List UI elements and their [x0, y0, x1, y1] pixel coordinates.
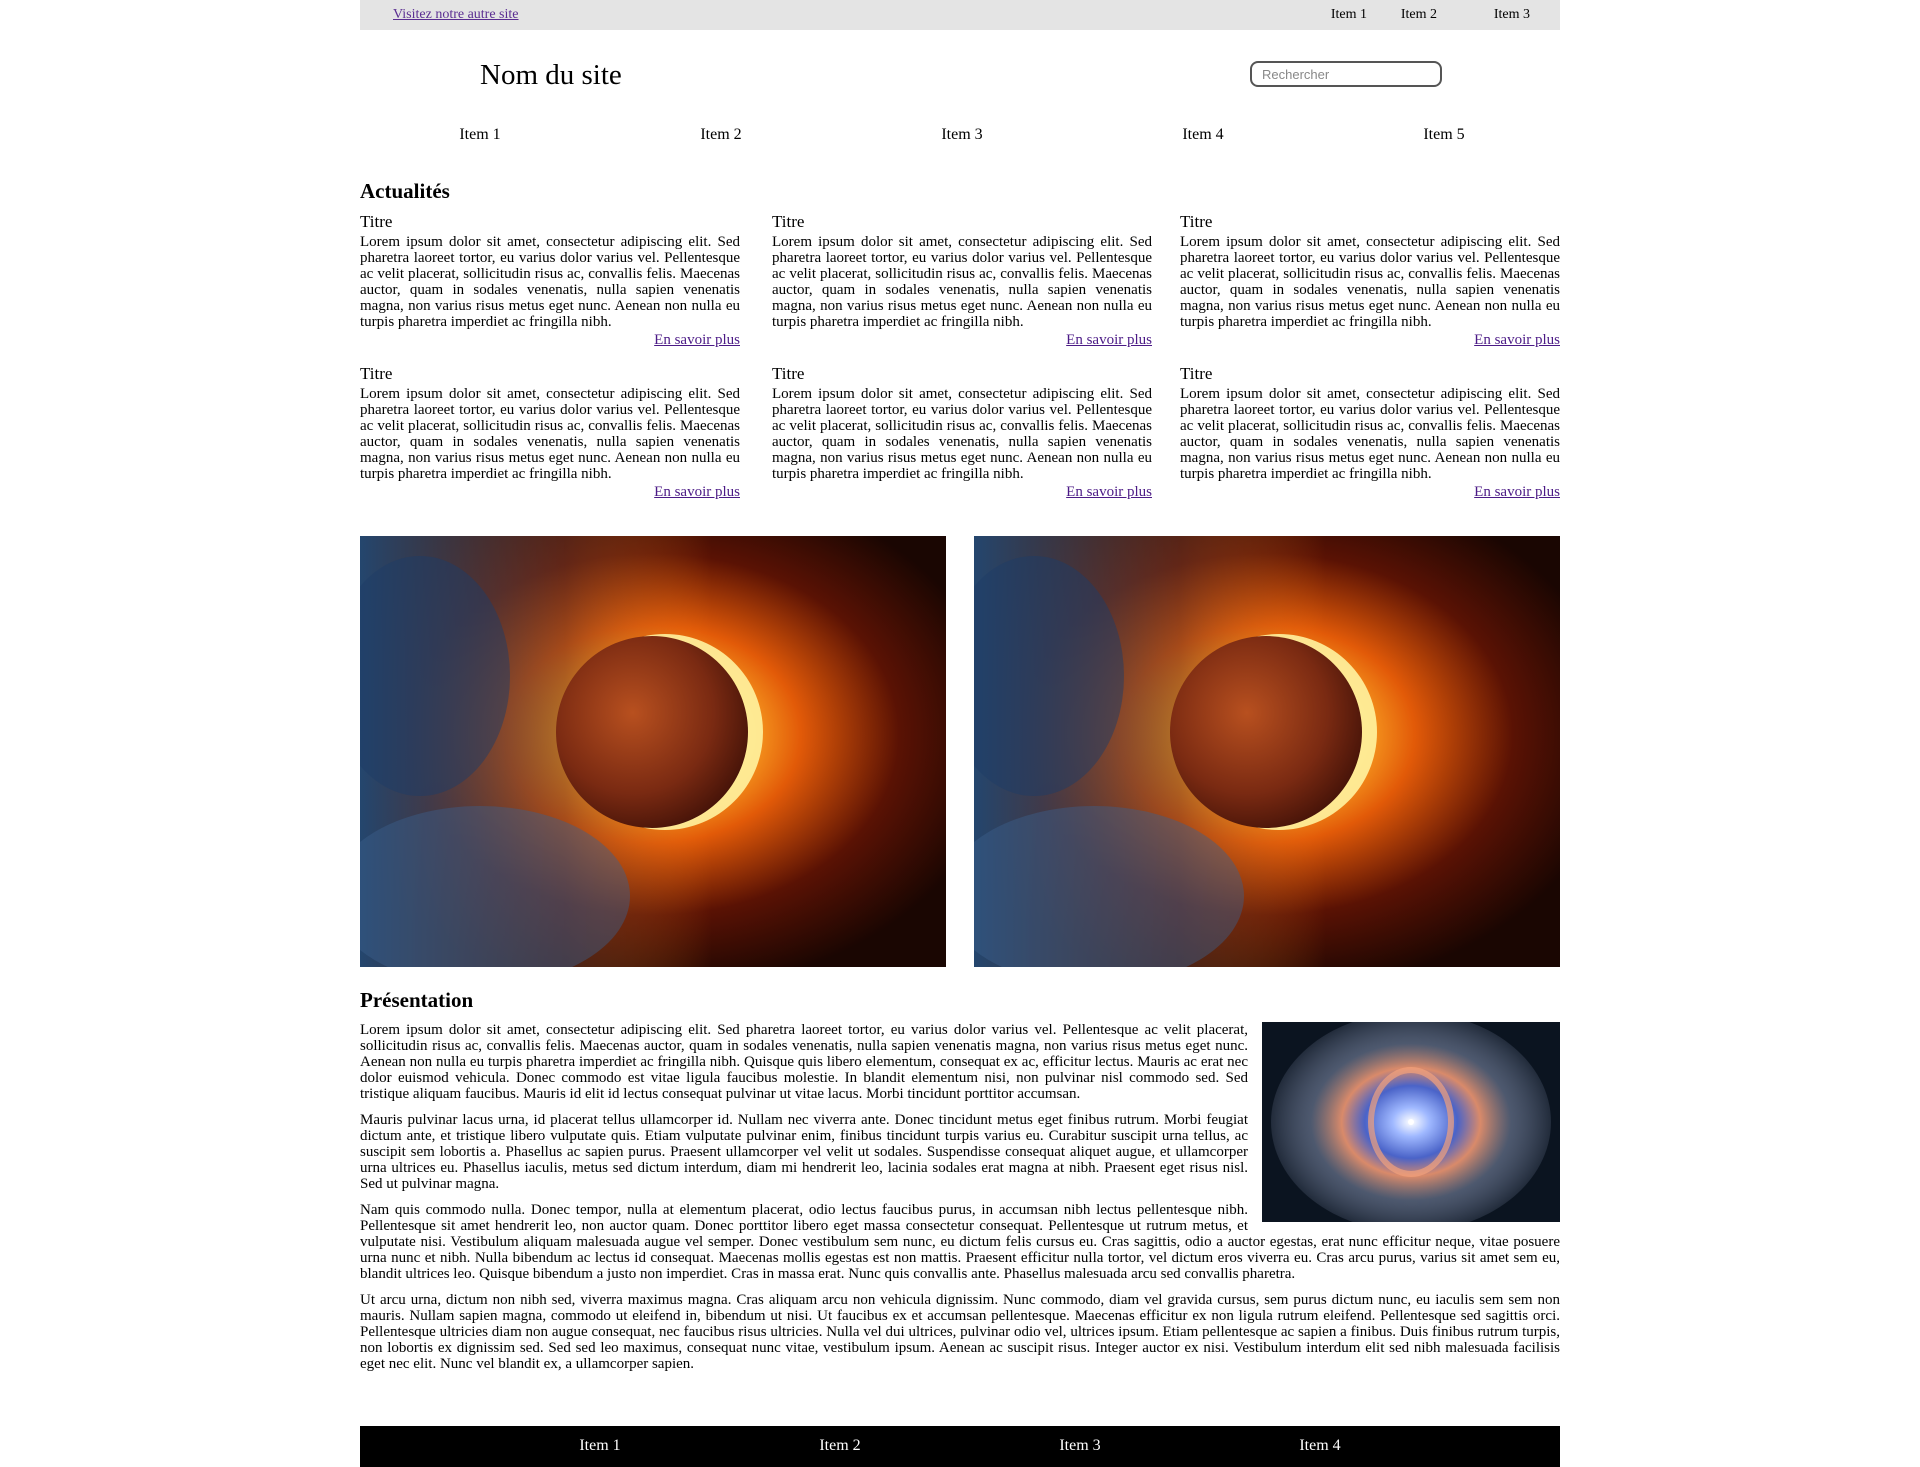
eclipse-illustration — [974, 536, 1560, 967]
top-nav-item-1[interactable]: Item 1 — [1331, 7, 1367, 23]
news-card-body: Lorem ipsum dolor sit amet, consectetur … — [772, 234, 1152, 330]
footer-item-3[interactable]: Item 3 — [1059, 1438, 1100, 1454]
footer-item-2[interactable]: Item 2 — [819, 1438, 860, 1454]
news-card-title: Titre — [360, 212, 393, 231]
news-card-title: Titre — [360, 364, 393, 383]
eclipse-illustration — [360, 536, 946, 967]
read-more-link[interactable]: En savoir plus — [1066, 332, 1152, 348]
news-card: Titre Lorem ipsum dolor sit amet, consec… — [772, 364, 1152, 500]
nebula-illustration — [1262, 1012, 1560, 1232]
read-more-link[interactable]: En savoir plus — [654, 484, 740, 500]
presentation-paragraph: Ut arcu urna, dictum non nibh sed, viver… — [360, 1292, 1560, 1372]
footer-nav: Item 1 Item 2 Item 3 Item 4 — [360, 1426, 1560, 1467]
news-card-title: Titre — [772, 212, 805, 231]
read-more-link[interactable]: En savoir plus — [1474, 332, 1560, 348]
read-more-link[interactable]: En savoir plus — [1474, 484, 1560, 500]
read-more-link[interactable]: En savoir plus — [1066, 484, 1152, 500]
news-card-body: Lorem ipsum dolor sit amet, consectetur … — [1180, 234, 1560, 330]
main-nav-item-3[interactable]: Item 3 — [941, 127, 982, 143]
eclipse-image — [360, 536, 946, 967]
news-card: Titre Lorem ipsum dolor sit amet, consec… — [360, 364, 740, 500]
news-card-body: Lorem ipsum dolor sit amet, consectetur … — [772, 386, 1152, 482]
footer-item-4[interactable]: Item 4 — [1299, 1438, 1340, 1454]
news-card-body: Lorem ipsum dolor sit amet, consectetur … — [360, 386, 740, 482]
main-nav-item-4[interactable]: Item 4 — [1182, 127, 1223, 143]
other-site-link[interactable]: Visitez notre autre site — [393, 7, 519, 23]
presentation-text: Lorem ipsum dolor sit amet, consectetur … — [360, 1012, 1560, 1382]
main-nav-item-2[interactable]: Item 2 — [700, 127, 741, 143]
nebula-image — [1262, 1012, 1560, 1232]
search-input[interactable]: Rechercher — [1250, 61, 1442, 87]
news-card-body: Lorem ipsum dolor sit amet, consectetur … — [1180, 386, 1560, 482]
main-nav-item-1[interactable]: Item 1 — [459, 127, 500, 143]
news-card: Titre Lorem ipsum dolor sit amet, consec… — [772, 212, 1152, 348]
news-card: Titre Lorem ipsum dolor sit amet, consec… — [1180, 212, 1560, 348]
presentation-heading: Présentation — [360, 988, 474, 1012]
news-card-title: Titre — [772, 364, 805, 383]
top-nav-item-3[interactable]: Item 3 — [1494, 7, 1530, 23]
news-heading: Actualités — [360, 179, 450, 203]
top-nav-item-2[interactable]: Item 2 — [1401, 7, 1437, 23]
main-nav-item-5[interactable]: Item 5 — [1423, 127, 1464, 143]
news-card: Titre Lorem ipsum dolor sit amet, consec… — [1180, 364, 1560, 500]
read-more-link[interactable]: En savoir plus — [654, 332, 740, 348]
site-name[interactable]: Nom du site — [480, 58, 622, 92]
news-card-body: Lorem ipsum dolor sit amet, consectetur … — [360, 234, 740, 330]
eclipse-image — [974, 536, 1560, 967]
news-card: Titre Lorem ipsum dolor sit amet, consec… — [360, 212, 740, 348]
footer-item-1[interactable]: Item 1 — [579, 1438, 620, 1454]
top-bar: Visitez notre autre site Item 1 Item 2 I… — [360, 0, 1560, 30]
news-card-title: Titre — [1180, 364, 1213, 383]
news-card-title: Titre — [1180, 212, 1213, 231]
